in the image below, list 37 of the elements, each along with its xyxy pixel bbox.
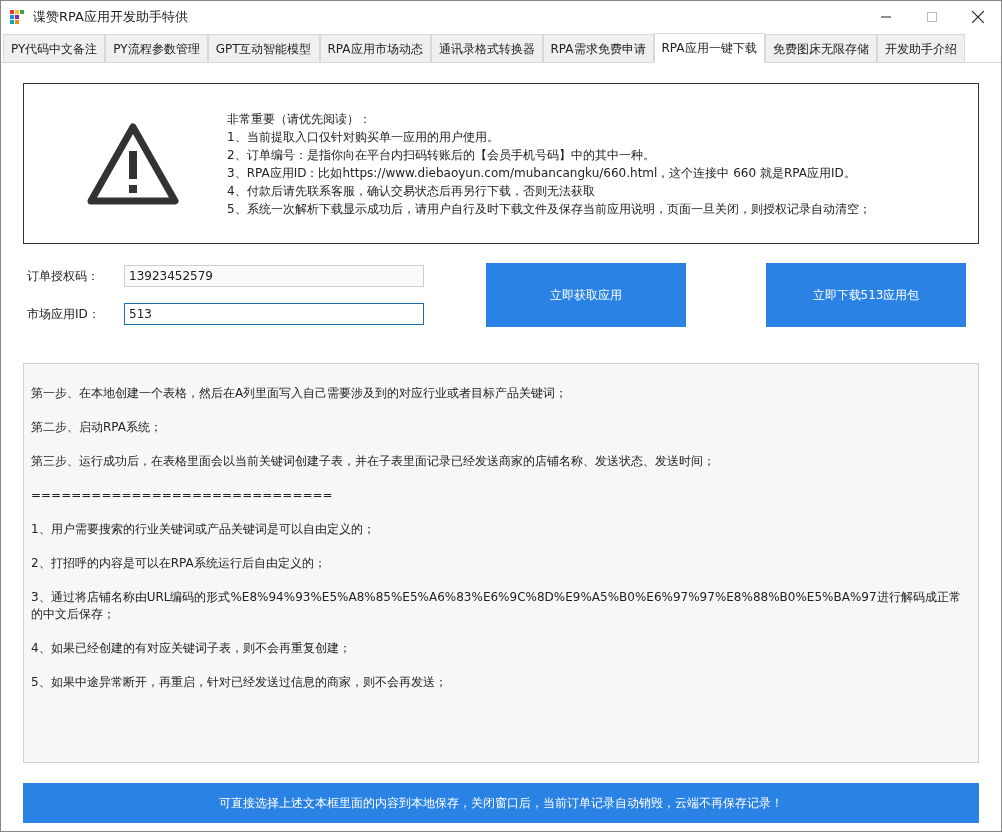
description-text: 2、打招呼的内容是可以在RPA系统运行后自由定义的； — [31, 555, 327, 572]
app-logo-icon — [9, 9, 25, 25]
tab[interactable]: 免费图床无限存储 — [764, 34, 877, 63]
field-label: 订单授权码： — [27, 268, 100, 285]
close-icon — [972, 11, 984, 23]
tab[interactable]: PY流程参数管理 — [105, 34, 208, 63]
description-textarea[interactable] — [23, 363, 979, 763]
tab[interactable]: 开发助手介绍 — [876, 34, 965, 63]
notice-text: 4、付款后请先联系客服，确认交易状态后再另行下载，否则无法获取 — [227, 182, 596, 200]
description-text: 第三步、运行成功后，在表格里面会以当前关键词创建子表，并在子表里面记录已经发送商家的店铺名称、发送状态、发送时间； — [31, 453, 716, 470]
notice-text: 5、系统一次解析下载显示成功后，请用户自行及时下载文件及保存当前应用说明，页面一旦关闭，则授权记录自动清空； — [227, 200, 871, 218]
description-text: 3、通过将店铺名称由URL编码的形式%E8%94%93%E5%A8%85%E5%A6%83%E6%9C%8D%E9%A5%B0%E6%97%97%E8%88%B0%E5%BA%97进行解码成正常的中文后保存； — [31, 589, 962, 623]
maximize-icon — [927, 12, 937, 22]
description-text: 4、如果已经创建的有对应关键词子表，则不会再重复创建； — [31, 640, 352, 657]
warning-icon — [87, 122, 179, 205]
field-label: 市场应用ID： — [27, 306, 101, 323]
save-notice-button[interactable]: 可直接选择上述文本框里面的内容到本地保存，关闭窗口后，当前订单记录自动销毁，云端不再保存记录！ — [23, 783, 979, 823]
tab[interactable]: GPT互动智能模型 — [207, 34, 320, 63]
get-app-button[interactable]: 立即获取应用 — [486, 263, 686, 327]
download-package-button[interactable]: 立即下载513应用包 — [766, 263, 966, 327]
input-field[interactable]: 13923452579 — [124, 265, 424, 287]
notice-text: 3、RPA应用ID：比如https://www.diebaoyun.com/mubancangku/660.html，这个连接中 660 就是RPA应用ID。 — [227, 164, 857, 182]
description-text: 第二步、启动RPA系统； — [31, 419, 163, 436]
tab[interactable]: PY代码中文备注 — [3, 34, 106, 63]
description-text: 第一步、在本地创建一个表格，然后在A列里面写入自己需要涉及到的对应行业或者目标产品关键词； — [31, 385, 569, 402]
notice-text: 2、订单编号：是指你向在平台内扫码转账后的【会员手机号码】中的其中一种。 — [227, 146, 656, 164]
description-text: 5、如果中途异常断开，再重启，针对已经发送过信息的商家，则不会再发送； — [31, 674, 448, 691]
notice-text: 1、当前提取入口仅针对购买单一应用的用户使用。 — [227, 128, 500, 146]
tab[interactable]: RPA应用一键下载 — [653, 33, 765, 63]
tab[interactable]: RPA应用市场动态 — [319, 34, 431, 63]
notice-text: 非常重要（请优先阅读）： — [227, 110, 372, 128]
tab[interactable]: RPA需求免费申请 — [542, 34, 654, 63]
tab[interactable]: 通讯录格式转换器 — [430, 34, 543, 63]
description-text: 1、用户需要搜索的行业关键词或产品关键词是可以自由定义的； — [31, 521, 376, 538]
description-text: ============================== — [31, 487, 334, 504]
input-field[interactable]: 513 — [124, 303, 424, 325]
window-title: 谍赞RPA应用开发助手特供 — [33, 8, 188, 27]
